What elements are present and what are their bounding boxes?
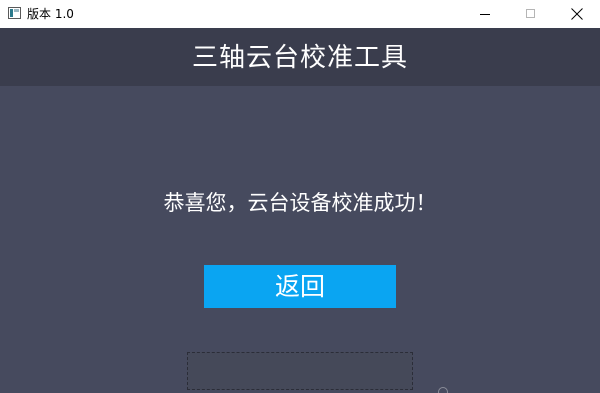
success-message: 恭喜您，云台设备校准成功！: [163, 191, 437, 215]
close-button[interactable]: [554, 0, 600, 28]
app-window: 版本 1.0 三轴云台校准工具 恭喜您，云台设备校准成功！ 返回: [0, 0, 600, 393]
maximize-button[interactable]: [508, 0, 554, 28]
minimize-button[interactable]: [462, 0, 508, 28]
empty-placeholder-box: [187, 352, 413, 390]
app-body: 三轴云台校准工具 恭喜您，云台设备校准成功！ 返回: [0, 28, 600, 393]
close-icon: [571, 8, 583, 20]
minimize-icon: [480, 14, 490, 15]
maximize-icon: [526, 9, 535, 18]
title-bar[interactable]: 版本 1.0: [0, 0, 600, 28]
window-title: 版本 1.0: [27, 7, 74, 21]
circle-icon: [438, 387, 448, 393]
page-title: 三轴云台校准工具: [191, 43, 408, 73]
app-icon: [8, 7, 21, 19]
header-bar: 三轴云台校准工具: [0, 28, 600, 86]
back-button[interactable]: 返回: [204, 265, 396, 308]
